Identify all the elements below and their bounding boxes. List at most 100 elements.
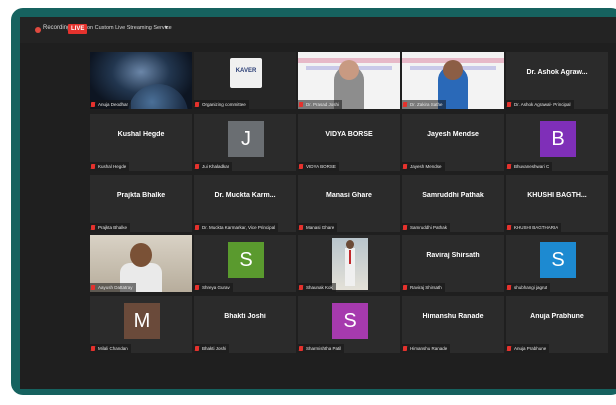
- avatar: B: [540, 121, 576, 157]
- participant-tile[interactable]: KAVER Organizing committee: [194, 52, 296, 109]
- participant-tile[interactable]: Raviraj Shirsath Raviraj Shirsath: [402, 235, 504, 292]
- logo-text: KAVER: [235, 68, 257, 74]
- participant-tile[interactable]: S Sharmishtha Patil: [298, 296, 400, 353]
- participant-tile[interactable]: Jayesh Mendse Jayesh Mendse: [402, 114, 504, 171]
- participant-tile[interactable]: Dr. Zakira Sathe: [402, 52, 504, 109]
- participant-name: Dr. Prasad Joshi: [306, 102, 340, 107]
- mic-muted-icon: [403, 225, 407, 230]
- participant-tile[interactable]: Shaunak Kok: [298, 235, 400, 292]
- mic-muted-icon: [507, 346, 511, 351]
- participant-tile[interactable]: Anuja Prabhune Anuja Prabhune: [506, 296, 608, 353]
- participant-tile[interactable]: Samruddhi Pathak Samruddhi Pathak: [402, 175, 504, 232]
- participant-label: Shaunak Kok: [298, 283, 336, 292]
- planet-shape: [128, 84, 188, 109]
- participant-tile[interactable]: B Bhuvaneshwari C: [506, 114, 608, 171]
- participant-label: Himanshu Ranade: [402, 344, 451, 353]
- avatar: S: [540, 242, 576, 278]
- participant-display-name: Manasi Ghare: [326, 192, 372, 199]
- participant-display-name: VIDYA BORSE: [325, 131, 373, 138]
- participant-name: Jayesh Mendse: [410, 164, 442, 169]
- participant-name: Dr. Muckta Karmarkar, Vice Principal: [202, 225, 276, 230]
- participant-tile[interactable]: Bhakti Joshi Bhakti Joshi: [194, 296, 296, 353]
- participant-tile[interactable]: M Milali Chandan: [90, 296, 192, 353]
- participant-label: Kushal Hegde: [90, 162, 130, 171]
- participant-tile[interactable]: KHUSHI BAGTH... KHUSHI BAGTHARIA: [506, 175, 608, 232]
- participant-display-name: Bhakti Joshi: [224, 313, 266, 320]
- participant-name: Sharmishtha Patil: [306, 346, 342, 351]
- participant-label: Dr. Ashok Agrawal- Principal: [506, 100, 574, 109]
- participant-display-name: KHUSHI BAGTH...: [527, 192, 587, 199]
- participant-tile[interactable]: Aayush Dattatray: [90, 235, 192, 292]
- participant-tile[interactable]: Anuja Deodhar: [90, 52, 192, 109]
- participant-label: VIDYA BORSE: [298, 162, 339, 171]
- participant-label: Bhakti Joshi: [194, 344, 230, 353]
- participant-display-name: Dr. Ashok Agraw...: [526, 69, 588, 76]
- participant-tile[interactable]: VIDYA BORSE VIDYA BORSE: [298, 114, 400, 171]
- mic-muted-icon: [403, 164, 407, 169]
- participant-display-name: Kushal Hegde: [117, 131, 165, 138]
- mic-muted-icon: [507, 285, 511, 290]
- participant-tile[interactable]: Prajkta Bhalke Prajkta Bhalke: [90, 175, 192, 232]
- participant-label: KHUSHI BAGTHARIA: [506, 223, 562, 232]
- mic-muted-icon: [91, 164, 95, 169]
- mic-muted-icon: [403, 102, 407, 107]
- participant-name: Dr. Zakira Sathe: [410, 102, 443, 107]
- participant-tile[interactable]: Manasi Ghare Manasi Ghare: [298, 175, 400, 232]
- mic-muted-icon: [91, 346, 95, 351]
- mic-muted-icon: [91, 102, 95, 107]
- avatar: S: [228, 242, 264, 278]
- participant-name: Anuja Deodhar: [98, 102, 129, 107]
- head-shape: [130, 243, 152, 267]
- mic-muted-icon: [91, 225, 95, 230]
- participant-label: Jayesh Mendse: [402, 162, 445, 171]
- mic-muted-icon: [299, 285, 303, 290]
- participant-tile[interactable]: Dr. Prasad Joshi: [298, 52, 400, 109]
- stream-service-label[interactable]: on Custom Live Streaming Service: [87, 25, 172, 31]
- mic-muted-icon: [299, 164, 303, 169]
- head-shape: [346, 240, 354, 249]
- mic-muted-icon: [195, 225, 199, 230]
- avatar: M: [124, 303, 160, 339]
- recording-icon: [35, 27, 41, 33]
- participant-label: Raviraj Shirsath: [402, 283, 445, 292]
- mic-muted-icon: [195, 346, 199, 351]
- participant-name: shubhangi jagrut: [514, 285, 548, 290]
- recording-label: Recording: [43, 25, 71, 31]
- participant-label: Prajkta Bhalke: [90, 223, 131, 232]
- mic-muted-icon: [299, 346, 303, 351]
- participant-name: Shreya Gurav: [202, 285, 230, 290]
- avatar: J: [228, 121, 264, 157]
- participant-name: Manasi Ghare: [306, 225, 335, 230]
- participant-tile[interactable]: Kushal Hegde Kushal Hegde: [90, 114, 192, 171]
- participant-name: Shaunak Kok: [306, 285, 333, 290]
- participant-name: Raviraj Shirsath: [410, 285, 442, 290]
- participant-label: Anuja Deodhar: [90, 100, 132, 109]
- tie-shape: [349, 250, 351, 264]
- mic-muted-icon: [195, 102, 199, 107]
- participant-name: Aayush Dattatray: [98, 285, 133, 290]
- participant-display-name: Raviraj Shirsath: [426, 252, 480, 259]
- participant-tile[interactable]: Himanshu Ranade Himanshu Ranade: [402, 296, 504, 353]
- participant-tile[interactable]: J Jui Khaladkar: [194, 114, 296, 171]
- mic-muted-icon: [195, 164, 199, 169]
- participant-name: Milali Chandan: [98, 346, 128, 351]
- participant-label: Organizing committee: [194, 100, 249, 109]
- participant-label: Shreya Gurav: [194, 283, 233, 292]
- participant-name: VIDYA BORSE: [306, 164, 336, 169]
- mic-muted-icon: [91, 285, 95, 290]
- chevron-down-icon[interactable]: ▼: [164, 25, 169, 31]
- participant-tile[interactable]: Sshubhangi jagrut: [506, 235, 608, 292]
- mic-muted-icon: [299, 102, 303, 107]
- head-shape: [339, 60, 359, 80]
- participant-tile[interactable]: Dr. Muckta Karm... Dr. Muckta Karmarkar, …: [194, 175, 296, 232]
- mic-muted-icon: [195, 285, 199, 290]
- participant-name: Organizing committee: [202, 102, 246, 107]
- participant-name: Bhakti Joshi: [202, 346, 227, 351]
- participant-label: Samruddhi Pathak: [402, 223, 451, 232]
- participant-label: Anuja Prabhune: [506, 344, 550, 353]
- participant-tile[interactable]: S Shreya Gurav: [194, 235, 296, 292]
- live-badge[interactable]: LIVE: [68, 24, 88, 34]
- mic-muted-icon: [507, 164, 511, 169]
- meeting-window: Recording LIVE on Custom Live Streaming …: [20, 17, 616, 389]
- participant-tile[interactable]: Dr. Ashok Agraw... Dr. Ashok Agrawal- Pri…: [506, 52, 608, 109]
